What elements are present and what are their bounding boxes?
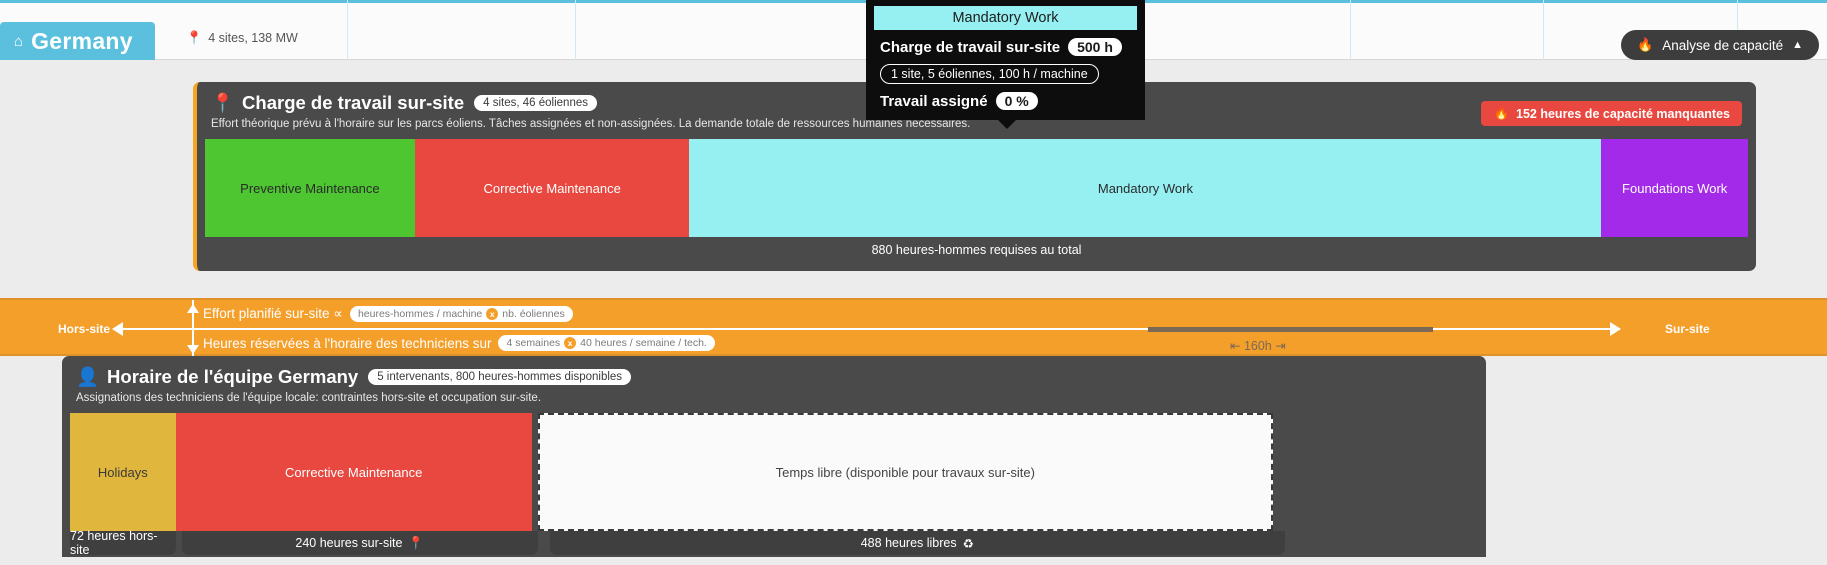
workload-segment-mandatory[interactable]: Mandatory Work	[689, 139, 1601, 237]
workload-total-bar: 880 heures-hommes requises au total	[205, 237, 1748, 263]
segment-label: Foundations Work	[1622, 181, 1727, 196]
team-footer-onsite-label: 240 heures sur-site	[295, 536, 402, 550]
team-stacked-bar: Holidays Corrective Maintenance Temps li…	[70, 413, 1478, 531]
team-schedule-card: 👤 Horaire de l'équipe Germany 5 interven…	[62, 356, 1486, 557]
capacity-analysis-page: ⌂ Germany 📍 4 sites, 138 MW 🔥 Analyse de…	[0, 0, 1827, 565]
sites-summary-label: 4 sites, 138 MW	[208, 31, 298, 45]
team-card-header: 👤 Horaire de l'équipe Germany 5 interven…	[62, 356, 1486, 413]
workload-segment-preventive[interactable]: Preventive Maintenance	[205, 139, 415, 237]
measure-bracket	[1148, 327, 1433, 332]
team-segment-holidays[interactable]: Holidays	[70, 413, 176, 531]
column-divider	[1543, 0, 1544, 60]
tooltip-workload-row: Charge de travail sur-site 500 h	[874, 36, 1137, 58]
column-divider	[575, 0, 576, 60]
segment-label: Preventive Maintenance	[240, 181, 379, 196]
team-segment-corrective[interactable]: Corrective Maintenance	[176, 413, 532, 531]
axis-arrow-down-icon	[187, 345, 199, 354]
formula-right: 40 heures / semaine / tech.	[580, 337, 707, 349]
location-pin-icon: 📍	[186, 30, 202, 46]
axis-note-bottom-text: Heures réservées à l'horaire des technic…	[203, 336, 491, 351]
axis-label-onsite: Sur-site	[1665, 322, 1710, 336]
workload-segment-corrective[interactable]: Corrective Maintenance	[415, 139, 690, 237]
team-footer-onsite: 240 heures sur-site 📍	[182, 531, 538, 555]
axis-arrow-left-icon	[112, 322, 123, 336]
workload-stacked-bar: Preventive Maintenance Corrective Mainte…	[205, 139, 1748, 237]
sites-summary: 📍 4 sites, 138 MW	[186, 30, 298, 46]
segment-label: Holidays	[98, 465, 148, 480]
location-pin-icon: 📍	[211, 92, 234, 114]
segment-label: Corrective Maintenance	[285, 465, 422, 480]
axis-arrow-up-icon	[187, 304, 199, 313]
home-icon: ⌂	[14, 34, 23, 49]
team-footer-free-label: 488 heures libres	[861, 536, 957, 550]
location-pin-icon: 📍	[408, 536, 424, 551]
segment-tooltip: Mandatory Work Charge de travail sur-sit…	[866, 0, 1145, 120]
workload-scope-pill: 4 sites, 46 éoliennes	[474, 95, 597, 111]
axis-note-top-text: Effort planifié sur-site ∝	[203, 306, 343, 322]
measure-label: ⇤ 160h ⇥	[1230, 338, 1286, 353]
capacity-analysis-label: Analyse de capacité	[1662, 38, 1783, 53]
capacity-analysis-button[interactable]: 🔥 Analyse de capacité ▲	[1621, 30, 1819, 60]
tooltip-detail-pill: 1 site, 5 éoliennes, 100 h / machine	[880, 64, 1099, 84]
formula-left: heures-hommes / machine	[358, 308, 482, 320]
team-subtitle: Assignations des techniciens de l'équipe…	[76, 392, 1472, 404]
tooltip-detail: 1 site, 5 éoliennes, 100 h / machine	[880, 64, 1131, 84]
recycle-icon: ♻	[963, 536, 974, 551]
formula-right: nb. éoliennes	[502, 308, 564, 320]
tooltip-workload-value: 500 h	[1068, 38, 1122, 56]
workload-total-label: 880 heures-hommes requises au total	[872, 243, 1082, 257]
tooltip-title: Mandatory Work	[874, 6, 1137, 30]
workload-title: 📍 Charge de travail sur-site	[211, 92, 464, 114]
tooltip-workload-label: Charge de travail sur-site	[880, 39, 1060, 56]
team-footer-offsite: 72 heures hors-site	[70, 531, 176, 555]
team-title-row: 👤 Horaire de l'équipe Germany 5 interven…	[76, 366, 1472, 388]
flame-icon: 🔥	[1493, 106, 1509, 121]
country-tab-germany[interactable]: ⌂ Germany	[0, 22, 155, 60]
workload-segment-foundations[interactable]: Foundations Work	[1601, 139, 1748, 237]
country-name-label: Germany	[31, 28, 133, 55]
multiply-icon: x	[486, 308, 498, 320]
axis-label-offsite: Hors-site	[58, 322, 110, 336]
axis-note-bottom: Heures réservées à l'horaire des technic…	[203, 335, 715, 351]
tooltip-pointer	[997, 119, 1017, 129]
team-footer-offsite-label: 72 heures hors-site	[70, 529, 176, 557]
analysis-canvas: 📍 Charge de travail sur-site 4 sites, 46…	[0, 60, 1827, 565]
axis-note-top: Effort planifié sur-site ∝ heures-hommes…	[203, 306, 573, 322]
team-scope-pill: 5 intervenants, 800 heures-hommes dispon…	[368, 369, 631, 385]
tooltip-assigned-value: 0 %	[996, 92, 1038, 110]
team-footer-row: 72 heures hors-site 240 heures sur-site …	[70, 531, 1478, 555]
flame-icon: 🔥	[1637, 37, 1653, 53]
tooltip-assigned-row: Travail assigné 0 %	[874, 90, 1137, 112]
chevron-up-icon: ▲	[1792, 39, 1803, 51]
segment-label: Mandatory Work	[1098, 181, 1193, 196]
multiply-icon: x	[564, 337, 576, 349]
team-footer-free: 488 heures libres ♻	[550, 531, 1285, 555]
axis-note-top-formula: heures-hommes / machine x nb. éoliennes	[350, 306, 573, 322]
axis-arrow-right-icon	[1610, 322, 1621, 336]
tooltip-assigned-label: Travail assigné	[880, 93, 988, 110]
missing-capacity-label: 152 heures de capacité manquantes	[1516, 107, 1730, 121]
column-divider	[347, 0, 348, 60]
team-title: 👤 Horaire de l'équipe Germany	[76, 366, 358, 388]
segment-label: Temps libre (disponible pour travaux sur…	[776, 465, 1035, 480]
segment-label: Corrective Maintenance	[484, 181, 621, 196]
person-icon: 👤	[76, 366, 99, 388]
team-segment-free-time[interactable]: Temps libre (disponible pour travaux sur…	[538, 413, 1273, 531]
team-title-label: Horaire de l'équipe Germany	[107, 366, 358, 388]
axis-note-bottom-formula: 4 semaines x 40 heures / semaine / tech.	[498, 335, 714, 351]
column-divider	[1350, 0, 1351, 60]
formula-left: 4 semaines	[506, 337, 560, 349]
onsite-offsite-axis: Hors-site Sur-site Effort planifié sur-s…	[0, 298, 1827, 356]
workload-title-label: Charge de travail sur-site	[242, 92, 464, 114]
missing-capacity-badge[interactable]: 🔥 152 heures de capacité manquantes	[1481, 101, 1742, 126]
